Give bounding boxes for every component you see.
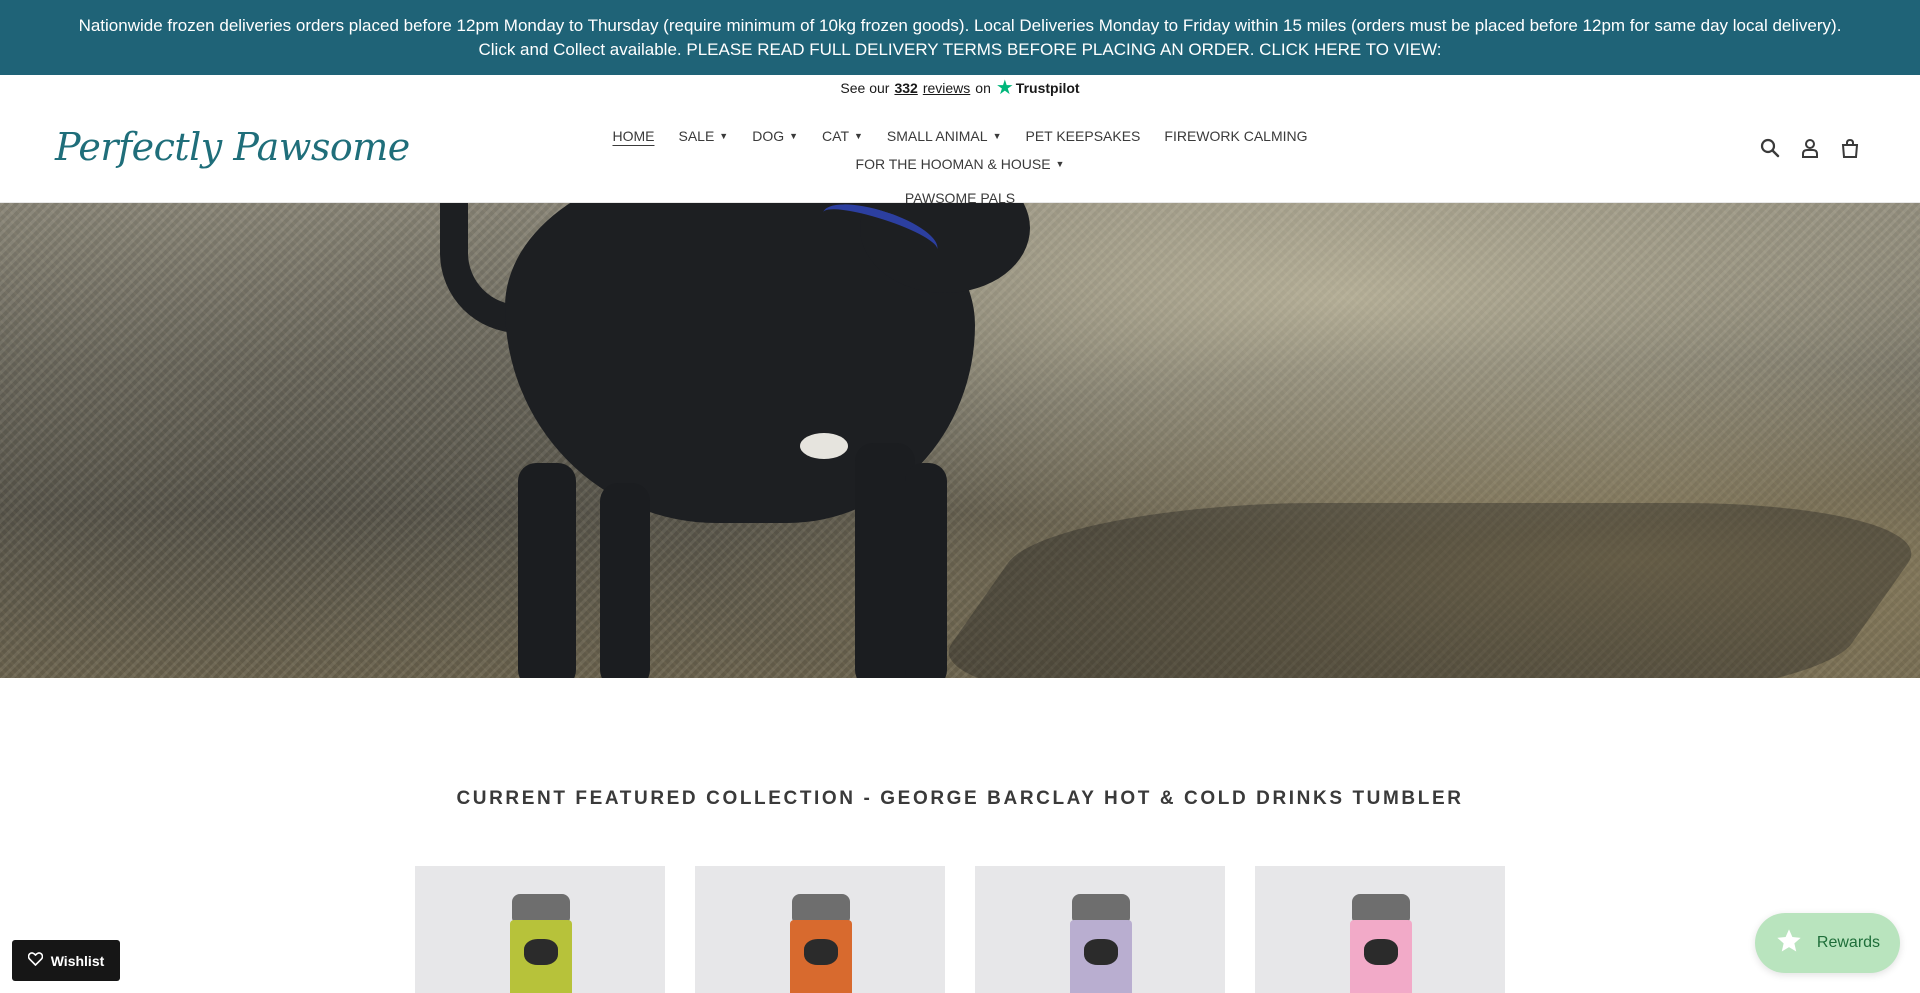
- hero-dog-leg: [905, 463, 947, 678]
- tumbler-image: [790, 894, 852, 993]
- nav-item-pet-keepsakes[interactable]: PET KEEPSAKES: [1013, 125, 1152, 147]
- trustpilot-prefix: See our: [840, 80, 890, 96]
- nav-label: SMALL ANIMAL: [886, 128, 988, 144]
- nav-label: SALE: [678, 128, 715, 144]
- heart-icon: [27, 952, 44, 969]
- hero-dog-chest: [800, 433, 848, 459]
- nav-item-dog[interactable]: DOG ▼: [740, 125, 810, 147]
- product-card[interactable]: [975, 866, 1225, 993]
- announcement-bar[interactable]: Nationwide frozen deliveries orders plac…: [0, 0, 1920, 75]
- site-logo[interactable]: Perfectly Pawsome: [55, 125, 410, 169]
- hero-image: [0, 203, 1920, 678]
- main-navigation: HOME SALE ▼ DOG ▼ CAT ▼ SMALL ANIMAL ▼ P…: [515, 125, 1405, 209]
- wishlist-button[interactable]: Wishlist: [12, 940, 120, 981]
- product-card[interactable]: [1255, 866, 1505, 993]
- tumbler-image: [1350, 894, 1412, 993]
- featured-collection-title: CURRENT FEATURED COLLECTION - GEORGE BAR…: [456, 788, 1464, 809]
- header-icons: [1760, 137, 1860, 159]
- trustpilot-logo[interactable]: ★ Trustpilot: [995, 77, 1080, 99]
- trustpilot-brand: Trustpilot: [1015, 80, 1080, 96]
- nav-label: PET KEEPSAKES: [1025, 128, 1141, 144]
- site-header: Perfectly Pawsome HOME SALE ▼ DOG ▼ CAT …: [0, 101, 1920, 206]
- nav-item-home[interactable]: HOME: [600, 125, 666, 147]
- chevron-down-icon: ▼: [719, 131, 729, 141]
- nav-item-sale[interactable]: SALE ▼: [666, 125, 740, 147]
- tumbler-image: [510, 894, 572, 993]
- account-icon[interactable]: [1800, 137, 1820, 159]
- nav-label: DOG: [752, 128, 785, 144]
- nav-label: HOME: [612, 128, 655, 144]
- nav-label: FOR THE HOOMAN & HOUSE: [855, 156, 1051, 172]
- product-card[interactable]: [415, 866, 665, 993]
- product-card[interactable]: [695, 866, 945, 993]
- trustpilot-widget[interactable]: See our 332 reviews on ★ Trustpilot: [0, 75, 1920, 101]
- rewards-label: Rewards: [1816, 934, 1881, 951]
- nav-item-hooman-house[interactable]: FOR THE HOOMAN & HOUSE ▼: [844, 153, 1077, 175]
- nav-label: CAT: [822, 128, 849, 144]
- chevron-down-icon: ▼: [854, 131, 863, 141]
- search-icon[interactable]: [1760, 137, 1780, 159]
- nav-item-firework-calming[interactable]: FIREWORK CALMING: [1152, 125, 1319, 147]
- nav-item-small-animal[interactable]: SMALL ANIMAL ▼: [875, 125, 1014, 147]
- hero-shadow: [909, 503, 1920, 678]
- nav-label: FIREWORK CALMING: [1164, 128, 1308, 144]
- chevron-down-icon: ▼: [1055, 159, 1065, 169]
- nav-item-cat[interactable]: CAT ▼: [810, 125, 875, 147]
- star-icon: [1775, 927, 1803, 960]
- trustpilot-reviews-link[interactable]: reviews: [923, 80, 970, 96]
- trustpilot-suffix: on: [975, 80, 991, 96]
- chevron-down-icon: ▼: [789, 131, 799, 141]
- product-grid: [415, 866, 1505, 993]
- chevron-down-icon: ▼: [992, 131, 1002, 141]
- announcement-text[interactable]: Nationwide frozen deliveries orders plac…: [70, 14, 1850, 62]
- trustpilot-star-icon: ★: [995, 77, 1014, 99]
- cart-icon[interactable]: [1840, 137, 1860, 159]
- hero-dog-leg: [600, 483, 650, 678]
- rewards-button[interactable]: Rewards: [1755, 913, 1900, 973]
- trustpilot-review-count[interactable]: 332: [894, 80, 917, 96]
- tumbler-image: [1070, 894, 1132, 993]
- hero-dog-leg: [518, 463, 576, 678]
- wishlist-label: Wishlist: [50, 952, 105, 969]
